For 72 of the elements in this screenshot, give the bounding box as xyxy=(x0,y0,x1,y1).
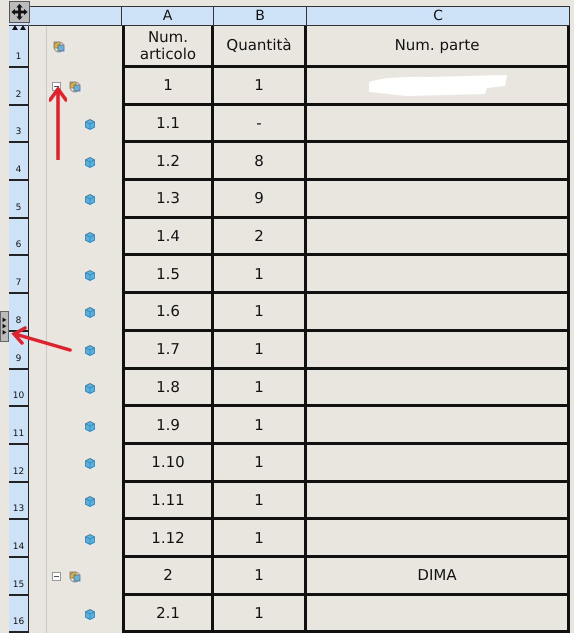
move-handle-icon[interactable] xyxy=(9,1,30,23)
table-cell: 1.4 xyxy=(122,218,214,256)
row-header[interactable]: 11 xyxy=(9,407,29,445)
column-header[interactable]: A xyxy=(122,6,214,26)
table-cell: - xyxy=(214,106,307,144)
table-cell: 1 xyxy=(214,256,307,294)
cube-icon xyxy=(85,458,95,470)
row-header[interactable]: 16 xyxy=(9,596,29,633)
cube-icon xyxy=(85,232,95,244)
row-header[interactable]: 2 xyxy=(9,68,29,106)
cube-icon xyxy=(85,156,95,168)
column-header[interactable]: B xyxy=(214,6,307,26)
table-cell: 2.1 xyxy=(122,596,214,633)
table-cell: 1.2 xyxy=(122,143,214,182)
row-header[interactable]: 6 xyxy=(9,218,29,256)
table-cell: 2 xyxy=(214,218,307,256)
assembly-icon xyxy=(53,41,65,53)
table-cell: 1 xyxy=(214,332,307,370)
assembly-icon xyxy=(69,80,81,93)
table-cell: 1 xyxy=(122,68,214,106)
table-cell: 1 xyxy=(214,407,307,445)
row-header[interactable]: 7 xyxy=(9,256,29,294)
row-header[interactable]: 3 xyxy=(9,106,29,144)
cube-icon xyxy=(85,534,95,545)
row-header[interactable]: 12 xyxy=(9,444,29,483)
row-header[interactable]: 10 xyxy=(9,370,29,408)
table-cell: 1.5 xyxy=(122,256,214,294)
row-header[interactable]: 4 xyxy=(9,143,29,182)
cube-icon xyxy=(85,119,95,130)
table-cell: 1.3 xyxy=(122,181,214,219)
header-cell: Num. parte xyxy=(307,26,570,68)
table-cell: 1 xyxy=(214,68,307,106)
table-cell: 1 xyxy=(214,520,307,558)
table-cell: 1.7 xyxy=(122,332,214,370)
cube-icon xyxy=(85,382,95,394)
table-cell: 1.10 xyxy=(122,444,214,483)
table-cell: 1 xyxy=(214,444,307,483)
table-cell: 1 xyxy=(214,294,307,332)
column-header[interactable]: C xyxy=(307,6,570,26)
table-cell: DIMA xyxy=(307,558,570,596)
table-cell: 1.9 xyxy=(122,407,214,445)
cube-icon xyxy=(85,194,95,206)
cube-icon xyxy=(85,420,95,432)
row-header[interactable]: 13 xyxy=(9,482,29,520)
table-cell: 1.8 xyxy=(122,370,214,408)
row-header[interactable]: 1 xyxy=(9,26,29,68)
row-header[interactable]: 5 xyxy=(9,181,29,219)
cube-icon xyxy=(85,496,95,507)
row-header[interactable]: 8 xyxy=(9,294,29,332)
table-cell: 1.6 xyxy=(122,294,214,332)
table-cell: 8 xyxy=(214,143,307,182)
cube-icon xyxy=(85,345,95,356)
table-cell: 1 xyxy=(214,370,307,408)
table-cell: 1 xyxy=(214,558,307,596)
table-cell: 1 xyxy=(214,596,307,633)
annotation-arrow xyxy=(10,326,72,354)
table-cell: 1.1 xyxy=(122,106,214,144)
header-cell: Quantità xyxy=(214,26,307,68)
table-cell: 1 xyxy=(214,482,307,520)
table-cell: 9 xyxy=(214,181,307,219)
collapse-toggle[interactable] xyxy=(52,572,61,582)
header-cell: Num. articolo xyxy=(122,26,214,68)
table-cell: 2 xyxy=(122,558,214,596)
table-cell: 1.12 xyxy=(122,520,214,558)
assembly-icon xyxy=(69,570,81,583)
row-header[interactable]: 14 xyxy=(9,520,29,558)
row-header[interactable]: 15 xyxy=(9,558,29,596)
table-cell: 1.11 xyxy=(122,482,214,520)
cube-icon xyxy=(85,608,95,620)
cube-icon xyxy=(85,307,95,318)
side-handle-icon[interactable] xyxy=(0,311,9,342)
cube-icon xyxy=(85,270,95,281)
